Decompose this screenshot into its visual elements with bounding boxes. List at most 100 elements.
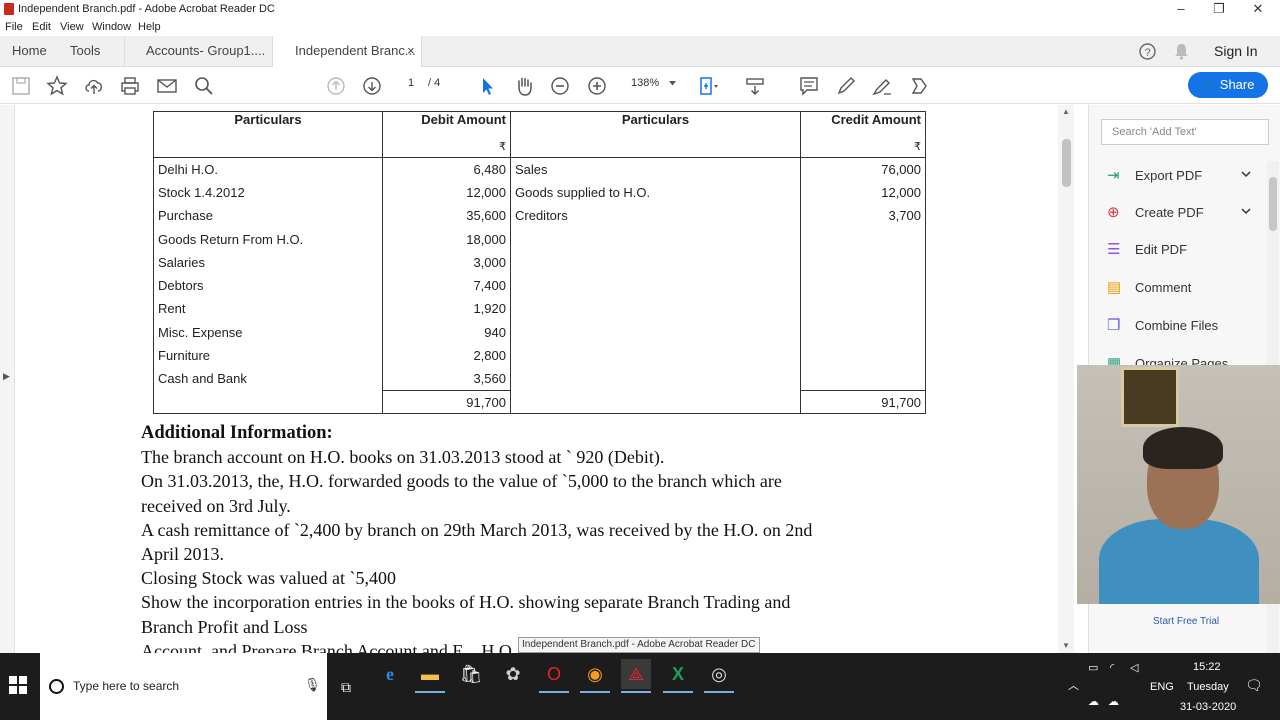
combine-files-tool[interactable]: ❐ Combine Files <box>1107 313 1218 339</box>
acrobat-taskbar-icon[interactable]: ⟁ <box>621 659 651 693</box>
store-icon[interactable]: 🛍 <box>456 659 486 689</box>
plus-circle-icon[interactable] <box>586 75 608 97</box>
comment-tool[interactable]: ▤ Comment <box>1107 275 1191 301</box>
notification-center-icon[interactable]: 🗨 <box>1245 677 1263 694</box>
firefox-browser-icon[interactable]: ◉ <box>580 659 610 693</box>
clock-time[interactable]: 15:22 <box>1193 661 1221 673</box>
sign-icon[interactable] <box>871 75 893 97</box>
save-icon[interactable] <box>10 75 32 97</box>
credit-particular <box>510 297 801 321</box>
star-icon[interactable] <box>46 75 68 97</box>
info-line: April 2013. <box>141 544 224 565</box>
comment-icon[interactable] <box>798 75 820 97</box>
debit-amount: 1,920 <box>382 297 511 321</box>
help-icon[interactable]: ? <box>1139 43 1156 60</box>
hand-icon[interactable] <box>513 75 535 97</box>
chevron-down-icon[interactable] <box>1241 208 1251 215</box>
scrollbar-thumb[interactable] <box>1062 139 1071 187</box>
edit-pdf-tool[interactable]: ☰ Edit PDF <box>1107 237 1187 263</box>
vertical-scrollbar[interactable]: ▲ ▼ <box>1058 105 1074 653</box>
fit-page-icon[interactable] <box>697 75 719 97</box>
minus-circle-icon[interactable] <box>549 75 571 97</box>
title-bar: Independent Branch.pdf - Adobe Acrobat R… <box>0 0 1280 20</box>
create-pdf-tool[interactable]: ⊕ Create PDF <box>1107 200 1251 226</box>
language-indicator[interactable]: ENG <box>1150 681 1174 693</box>
menu-window[interactable]: Window <box>92 21 131 33</box>
pointer-icon[interactable] <box>476 75 498 97</box>
tab-independent-branch[interactable]: Independent Branc... × <box>272 36 422 67</box>
more-tools-icon[interactable] <box>908 75 930 97</box>
show-hidden-icons-icon[interactable]: ︿ <box>1068 677 1079 693</box>
tool-label: Export PDF <box>1135 168 1203 183</box>
chevron-down-icon[interactable] <box>1241 171 1251 178</box>
minimize-button[interactable]: – <box>1166 1 1196 16</box>
windows-start-icon[interactable] <box>8 675 28 695</box>
pen-icon[interactable] <box>835 75 857 97</box>
cloud-sync-icon[interactable]: ☁ <box>1088 695 1099 708</box>
microphone-icon[interactable]: 🎙 <box>304 677 321 693</box>
mail-icon[interactable] <box>156 75 178 97</box>
wifi-icon[interactable]: ◜ <box>1110 661 1114 674</box>
table-row: Debtors 7,400 <box>153 273 926 298</box>
menu-view[interactable]: View <box>60 21 84 33</box>
clock-day[interactable]: Tuesday <box>1187 681 1229 693</box>
tab-label: Independent Branc... <box>295 43 416 58</box>
credit-particular: Creditors <box>510 204 801 228</box>
menu-help[interactable]: Help <box>138 21 161 33</box>
export-pdf-tool[interactable]: ⇥ Export PDF <box>1107 163 1251 189</box>
page-number-input[interactable]: 1 <box>408 77 414 89</box>
task-view-icon[interactable]: ⧉ <box>331 672 361 702</box>
scroll-down-icon[interactable]: ▼ <box>1062 641 1070 650</box>
total-credit: 91,700 <box>800 389 926 414</box>
file-explorer-icon[interactable]: ▬ <box>415 659 445 693</box>
volume-icon[interactable]: ◁ <box>1130 661 1138 674</box>
maximize-button[interactable]: ❐ <box>1204 1 1234 17</box>
obs-studio-icon[interactable]: ◎ <box>704 659 734 693</box>
scrollbar-thumb[interactable] <box>1269 177 1277 231</box>
bell-icon[interactable] <box>1174 43 1189 60</box>
clock-date[interactable]: 31-03-2020 <box>1180 701 1236 713</box>
debit-amount: 12,000 <box>382 180 511 205</box>
paint-app-icon[interactable]: ✿ <box>498 659 528 689</box>
battery-icon[interactable]: ▭ <box>1088 661 1098 674</box>
credit-particular <box>510 227 801 251</box>
sign-in-link[interactable]: Sign In <box>1214 36 1258 67</box>
search-icon[interactable] <box>193 75 215 97</box>
tab-home[interactable]: Home <box>12 36 47 67</box>
edge-browser-icon[interactable]: e <box>375 659 405 689</box>
tab-tools[interactable]: Tools <box>70 36 100 67</box>
share-button[interactable]: 👤 Share <box>1188 72 1268 98</box>
menu-edit[interactable]: Edit <box>32 21 51 33</box>
arrow-down-icon[interactable] <box>361 75 383 97</box>
windows-taskbar: Type here to search 🎙 ⧉ e ▬ 🛍 ✿ O ◉ ⟁ X … <box>0 653 1280 720</box>
organize-pages-tool[interactable]: ▦ Organize Pages <box>1107 351 1228 365</box>
tool-label: Combine Files <box>1135 318 1219 333</box>
menu-file[interactable]: File <box>5 21 23 33</box>
tab-close-icon[interactable]: × <box>407 36 415 66</box>
opera-browser-icon[interactable]: O <box>539 659 569 693</box>
tab-accounts-group1[interactable]: Accounts- Group1.... <box>124 36 270 67</box>
combine-files-icon: ❐ <box>1107 317 1121 334</box>
upload-icon[interactable] <box>83 75 105 97</box>
taskbar-search-placeholder: Type here to search <box>73 679 180 693</box>
credit-particular <box>510 250 801 274</box>
excel-icon[interactable]: X <box>663 659 693 693</box>
info-line: The branch account on H.O. books on 31.0… <box>141 447 665 468</box>
start-free-trial-link[interactable]: Start Free Trial <box>1153 616 1219 627</box>
debit-amount: 2,800 <box>382 343 511 368</box>
rupee-symbol: ₹ <box>800 135 926 158</box>
arrow-up-icon[interactable] <box>325 75 347 97</box>
onedrive-icon[interactable]: ☁ <box>1108 695 1119 708</box>
search-tools-input[interactable]: Search 'Add Text' <box>1101 119 1269 145</box>
info-line: Show the incorporation entries in the bo… <box>141 592 791 613</box>
chevron-down-icon[interactable] <box>669 81 676 86</box>
document-viewer[interactable]: ▶ Particulars Debit Amount Particulars C… <box>0 105 1074 653</box>
zoom-select[interactable]: 138% <box>631 77 659 89</box>
print-icon[interactable] <box>119 75 141 97</box>
expand-panel-icon[interactable]: ▶ <box>3 371 10 382</box>
scroll-mode-icon[interactable] <box>744 75 766 97</box>
scroll-up-icon[interactable]: ▲ <box>1062 107 1070 116</box>
taskbar-search-box[interactable]: Type here to search 🎙 <box>40 653 327 720</box>
left-nav-panel[interactable]: ▶ <box>0 105 15 653</box>
close-button[interactable]: ✕ <box>1243 1 1273 17</box>
